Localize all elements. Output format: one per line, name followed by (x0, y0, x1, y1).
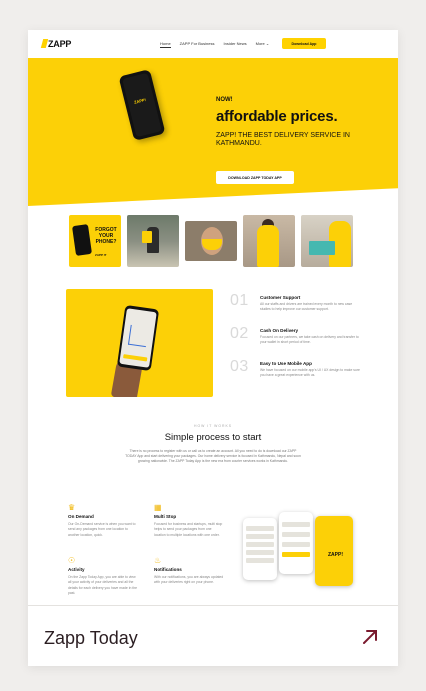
chevron-down-icon: ⌄ (265, 41, 270, 46)
photo-gallery: FORGOT YOUR PHONE? ZAPP IT (69, 215, 353, 267)
section-kicker: HOW IT WORKS (194, 424, 232, 428)
service-activity: ☉ Activity On the Zapp Today App, you ar… (68, 556, 137, 596)
feature-item: 03 Easy to Use Mobile App We have focuse… (230, 358, 360, 378)
app-splash-logo: ZAPP! (328, 552, 343, 558)
service-notifications: ♨ Notifications With our notifications, … (154, 556, 224, 585)
nav-link-business[interactable]: ZAPP For Business (180, 41, 215, 48)
boxes-icon: ▦ (154, 503, 162, 512)
arrow-up-right-icon[interactable] (360, 627, 380, 647)
activity-icon: ☉ (68, 556, 76, 565)
promo-small-text: ZAPP IT (95, 253, 107, 257)
download-app-button[interactable]: Download App (282, 38, 326, 49)
feature-item: 02 Cash On Delivery Focused on our partn… (230, 325, 359, 345)
service-on-demand: ♛ On Demand Our On-Demand service is whe… (68, 503, 136, 537)
nav-links: Home ZAPP For Business Insider News More… (160, 41, 269, 48)
gallery-courier-image[interactable] (243, 215, 295, 267)
hero-kicker: NOW! (216, 97, 233, 103)
nav-link-home[interactable]: Home (160, 41, 171, 48)
gallery-mask-image[interactable] (185, 221, 237, 261)
app-screens-image: ZAPP! (243, 510, 378, 605)
hero-subheadline: ZAPP! THE BEST DELIVERY SERVICE IN KATHM… (216, 132, 350, 148)
gallery-rider-image[interactable] (127, 215, 179, 267)
gallery-promo-image[interactable]: FORGOT YOUR PHONE? ZAPP IT (69, 215, 121, 267)
feature-item: 01 Customer Support All our staffs and d… (230, 292, 353, 312)
bell-icon: ♨ (154, 556, 162, 565)
nav-link-news[interactable]: Insider News (224, 41, 247, 48)
caption-divider (28, 605, 398, 606)
project-caption: Zapp Today (0, 605, 426, 691)
navbar: ZAPP Home ZAPP For Business Insider News… (28, 30, 398, 58)
app-in-hand-image (66, 289, 213, 397)
nav-link-more[interactable]: More ⌄ (256, 41, 270, 48)
zapp-logo[interactable]: ZAPP (40, 39, 71, 49)
scooter-icon: ♛ (68, 503, 76, 512)
section-title: Simple process to start (164, 432, 262, 443)
project-title[interactable]: Zapp Today (44, 628, 138, 649)
gallery-package-image[interactable] (301, 215, 353, 267)
feature-list: 01 Customer Support All our staffs and d… (230, 292, 380, 391)
section-text: There is no process to register with us … (125, 449, 301, 464)
download-zapp-button[interactable]: DOWNLOAD ZAPP TODAY APP (216, 171, 294, 184)
website-preview-card[interactable]: ZAPP Home ZAPP For Business Insider News… (28, 30, 398, 666)
service-multi-stop: ▦ Multi Stop Focused for business and st… (154, 503, 223, 537)
hero-headline: affordable prices. (216, 108, 338, 125)
promo-title: FORGOT YOUR PHONE? (95, 227, 117, 245)
